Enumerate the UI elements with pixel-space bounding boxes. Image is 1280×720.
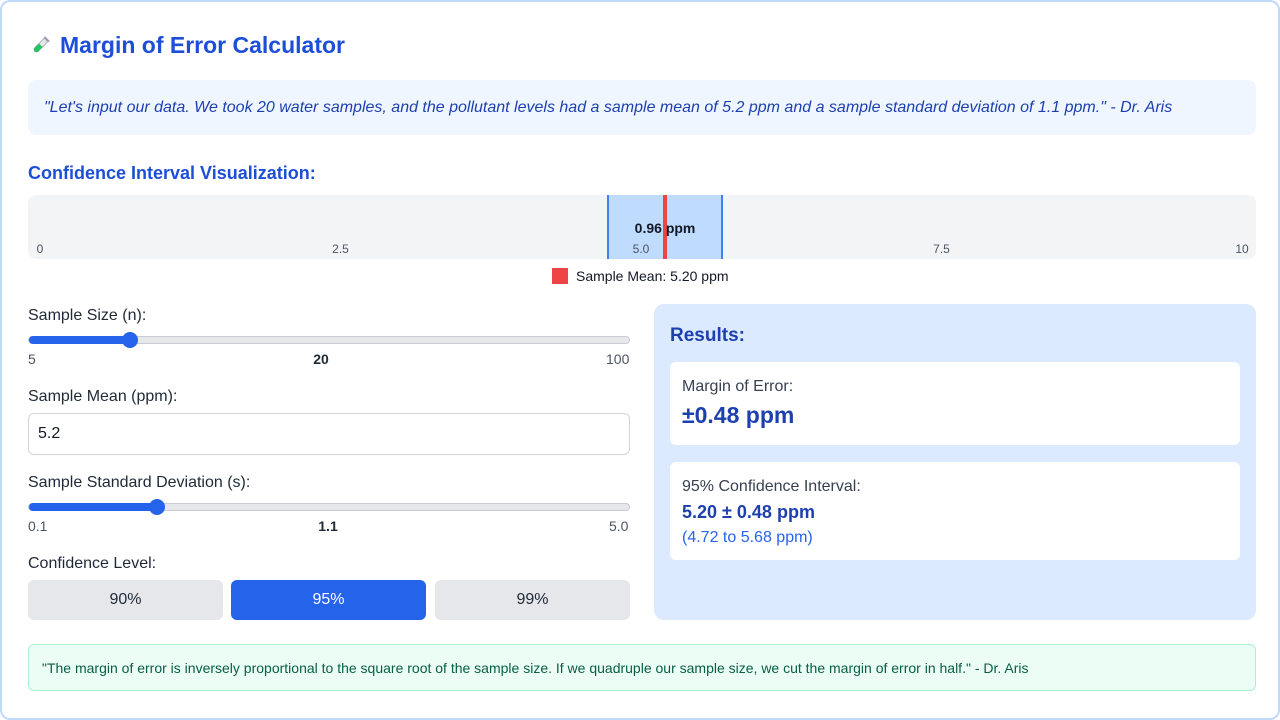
sample-mean-label: Sample Mean (ppm): [28, 388, 178, 405]
slider-thumb[interactable] [149, 499, 165, 515]
sample-size-slider[interactable] [28, 332, 630, 348]
slider-fill [29, 336, 130, 344]
axis-tick-label: 10 [1235, 242, 1249, 256]
intro-quote: "Let's input our data. We took 20 water … [28, 80, 1256, 135]
slider-value-label: 20 [313, 351, 329, 367]
confidence-90-button[interactable]: 90% [28, 580, 223, 620]
header: Margin of Error Calculator [28, 32, 345, 59]
slider-min-label: 5 [28, 351, 36, 367]
results-title: Results: [670, 325, 745, 346]
sample-sd-slider[interactable] [28, 499, 630, 515]
interval-width-label: 0.96 ppm [634, 220, 696, 236]
app-window: Margin of Error Calculator "Let's input … [0, 0, 1280, 720]
confidence-interval-track: 0.96 ppm 0 2.5 5.0 7.5 10 [28, 195, 1256, 259]
test-tube-icon [28, 34, 52, 58]
axis-tick-label: 0 [36, 242, 44, 256]
legend-label: Sample Mean: 5.20 ppm [576, 268, 729, 284]
axis-tick-label: 5.0 [632, 242, 650, 256]
confidence-95-button[interactable]: 95% [231, 580, 426, 620]
ci-label: 95% Confidence Interval: [682, 478, 861, 495]
page-title: Margin of Error Calculator [60, 32, 345, 58]
sample-sd-label: Sample Standard Deviation (s): [28, 474, 251, 491]
ci-range: (4.72 to 5.68 ppm) [682, 529, 813, 546]
slider-fill [29, 503, 157, 511]
slider-max-label: 100 [606, 351, 630, 367]
confidence-interval-card: 95% Confidence Interval: 5.20 ± 0.48 ppm… [670, 462, 1240, 560]
confidence-level-label: Confidence Level: [28, 555, 157, 572]
moe-value: ±0.48 ppm [682, 402, 795, 428]
moe-label: Margin of Error: [682, 378, 794, 395]
slider-thumb[interactable] [122, 332, 138, 348]
slider-min-label: 0.1 [28, 518, 48, 534]
legend: Sample Mean: 5.20 ppm [552, 268, 729, 284]
confidence-99-button[interactable]: 99% [435, 580, 630, 620]
sample-size-label: Sample Size (n): [28, 307, 147, 324]
legend-swatch [552, 268, 568, 284]
sample-mean-input[interactable]: 5.2 [28, 413, 630, 455]
footer-quote: "The margin of error is inversely propor… [28, 644, 1256, 691]
visualization-heading: Confidence Interval Visualization: [28, 163, 316, 183]
results-panel: Results: Margin of Error: ±0.48 ppm 95% … [654, 304, 1256, 620]
slider-value-label: 1.1 [318, 518, 338, 534]
slider-max-label: 5.0 [609, 518, 629, 534]
ci-value: 5.20 ± 0.48 ppm [682, 502, 815, 522]
axis-tick-label: 7.5 [933, 242, 950, 256]
axis-tick-label: 2.5 [332, 242, 349, 256]
margin-of-error-card: Margin of Error: ±0.48 ppm [670, 362, 1240, 445]
